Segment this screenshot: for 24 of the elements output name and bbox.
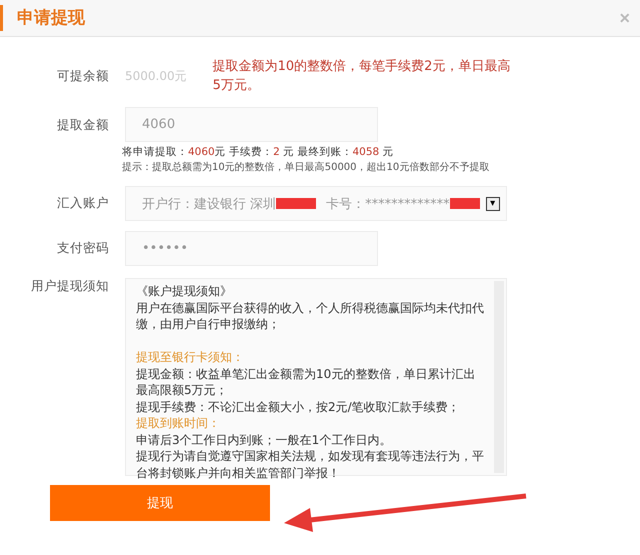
redaction-mark bbox=[276, 198, 316, 209]
notice-text: 提现行为请自觉遵守国家相关法规，如发现有套现等违法行为，平台将封锁账户并向相关监管部门举报！ bbox=[136, 448, 485, 481]
account-select[interactable]: 开户行：建设银行 深圳 卡号：************* ▾ bbox=[125, 186, 507, 221]
withdraw-button[interactable]: 提现 bbox=[50, 485, 270, 521]
annotation-text: 提取金额为10的整数倍，每笔手续费2元，单日最高5万元。 bbox=[212, 58, 512, 95]
field-label: 提取金额 bbox=[56, 116, 110, 134]
field-label: 汇入账户 bbox=[56, 195, 110, 212]
notice-text: 用户在德赢国际平台获得的收入，个人所得税德赢国际均未代扣代缴，由用户自行申报缴纳； bbox=[136, 300, 485, 332]
notice-heading: 提现至银行卡须知： bbox=[136, 349, 245, 366]
amount-input[interactable]: 4060 bbox=[125, 107, 378, 142]
field-label: 用户提现须知 bbox=[30, 278, 110, 295]
password-input[interactable]: •••••• bbox=[125, 231, 378, 266]
field-label: 支付密码 bbox=[56, 240, 110, 257]
notice-text: 提现金额：收益单笔汇出金额需为10元的整数倍，单日累计汇出最高限额5万元； bbox=[136, 366, 476, 398]
notice-text: 《账户提现须知》 bbox=[136, 283, 233, 300]
notice-text: 提现手续费：不论汇出金额大小，按2元/笔收取汇款手续费； bbox=[136, 398, 461, 415]
summary-text: 将申请提取：4060元 手续费：2 元 最终到账：4058 元 bbox=[122, 145, 395, 159]
hint-text: 提示：提取总额需为10元的整数倍，单日最高50000，超出10元倍数部分不予提取 bbox=[122, 160, 490, 174]
notice-text: 申请后3个工作日内到账；一般在1个工作日内。 bbox=[136, 432, 392, 448]
notice-heading: 提取到账时间： bbox=[136, 415, 221, 432]
field-label: 可提余额 bbox=[56, 68, 110, 84]
dialog-title: 申请提现 bbox=[0, 5, 85, 31]
redaction-mark bbox=[450, 198, 480, 209]
close-button[interactable]: × bbox=[615, 8, 634, 28]
